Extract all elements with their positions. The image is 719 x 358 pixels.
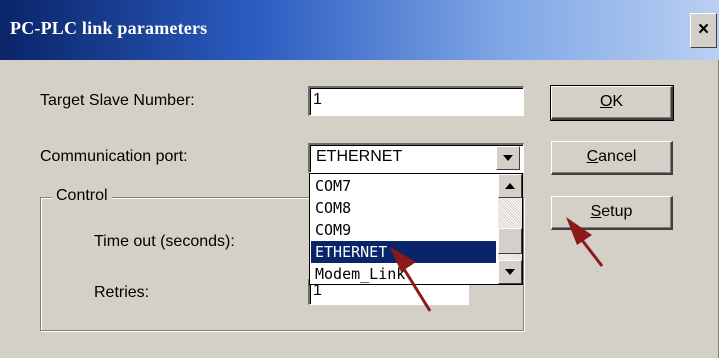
scroll-down-button[interactable] — [498, 260, 522, 284]
comm-port-listbox[interactable]: COM7 COM8 COM9 ETHERNET Modem_Link — [309, 173, 523, 285]
list-item-com8[interactable]: COM8 — [311, 197, 496, 219]
scroll-up-button[interactable] — [498, 174, 522, 198]
cancel-mnemonic: C — [586, 148, 599, 165]
close-button[interactable]: × — [690, 13, 717, 48]
cancel-button[interactable]: Cancel — [551, 141, 673, 175]
list-item-modem-link[interactable]: Modem_Link — [311, 263, 496, 285]
control-group-legend: Control — [52, 187, 112, 205]
dialog-window: PC-PLC link parameters × Target Slave Nu… — [0, 0, 719, 358]
comm-port-selected-value: ETHERNET — [316, 148, 403, 165]
target-slave-input[interactable]: 1 — [308, 86, 524, 116]
arrow-down-icon — [505, 269, 515, 275]
retries-label: Retries: — [94, 284, 150, 301]
setup-mnemonic: S — [590, 203, 602, 220]
cancel-label: ancel — [598, 148, 637, 165]
window-title: PC-PLC link parameters — [10, 18, 208, 38]
comm-port-label: Communication port: — [40, 148, 188, 165]
list-item-com7[interactable]: COM7 — [311, 175, 496, 197]
setup-button[interactable]: Setup — [551, 196, 673, 230]
chevron-down-icon — [503, 155, 513, 161]
target-slave-label: Target Slave Number: — [40, 92, 195, 109]
setup-label: etup — [601, 203, 633, 220]
title-bar[interactable]: PC-PLC link parameters × — [0, 0, 719, 60]
timeout-label: Time out (seconds): — [94, 233, 235, 250]
list-item-ethernet[interactable]: ETHERNET — [311, 241, 496, 263]
list-item-com9[interactable]: COM9 — [311, 219, 496, 241]
comm-port-dropdown[interactable]: ETHERNET — [308, 143, 524, 173]
ok-button[interactable]: OK — [550, 85, 674, 121]
arrow-up-icon — [505, 183, 515, 189]
ok-mnemonic: O — [599, 93, 613, 110]
ok-label: K — [612, 93, 624, 110]
scroll-thumb[interactable] — [498, 228, 522, 254]
list-scrollbar[interactable] — [498, 174, 522, 284]
close-icon: × — [697, 19, 710, 40]
dropdown-button[interactable] — [496, 146, 520, 170]
